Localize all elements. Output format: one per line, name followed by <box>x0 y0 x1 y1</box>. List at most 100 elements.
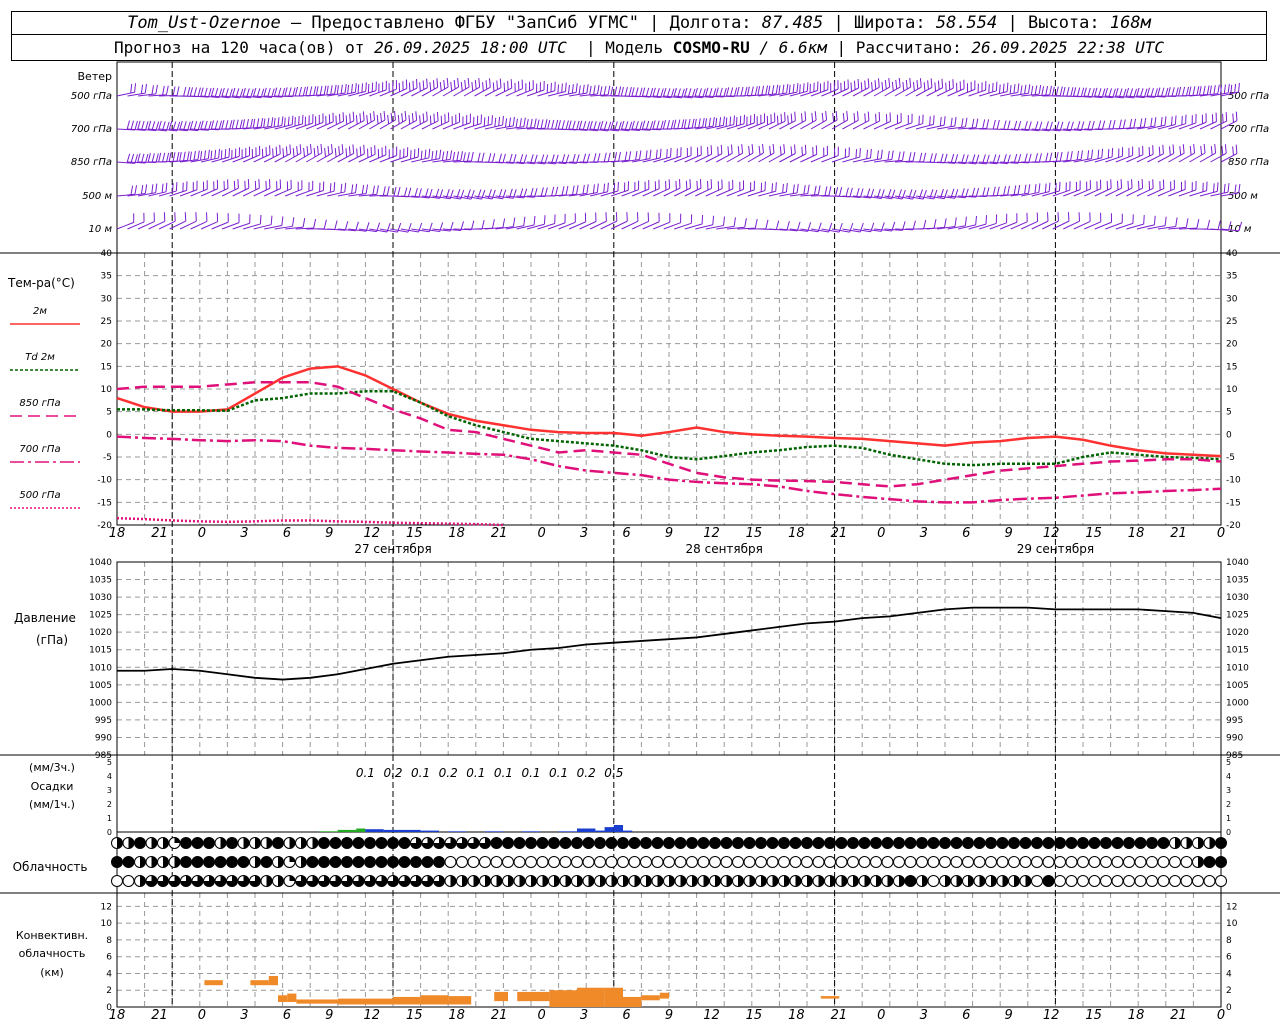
cloud-cover-symbol <box>444 837 457 849</box>
wind-barb-feather <box>817 185 821 195</box>
wind-barb-feather <box>1169 146 1171 156</box>
wind-barb <box>1105 213 1123 230</box>
wind-barb-feather <box>866 149 869 159</box>
wind-barb-feather <box>876 150 879 160</box>
cloud-half <box>784 875 790 887</box>
wind-barb-feather <box>288 87 292 97</box>
wind-barb-feather <box>864 80 866 90</box>
hour-tick-label-mid: 12 <box>363 526 380 541</box>
wind-barb-feather <box>252 118 256 129</box>
wind-barb-feather <box>1101 148 1104 158</box>
wind-barb-feather <box>330 85 333 95</box>
wind-barb-feather <box>954 217 957 227</box>
wind-barb-feather <box>656 88 660 98</box>
cloud-cover-symbol <box>651 837 664 849</box>
cloud-cover-symbol <box>1146 856 1158 868</box>
temp-tick-label-left: 15 <box>101 362 112 372</box>
cloud-half <box>1198 837 1204 849</box>
wind-barb-shaft <box>653 156 671 163</box>
cloud-half <box>761 875 767 887</box>
wind-barb <box>789 144 807 163</box>
wind-barb-feather <box>404 111 407 121</box>
wind-barb-shaft <box>348 90 366 97</box>
cloud-circle <box>1019 856 1032 868</box>
hour-tick-label-bottom: 3 <box>920 1008 928 1023</box>
hour-tick-label-mid: 15 <box>746 526 763 541</box>
wind-title: Ветер <box>78 70 112 83</box>
wind-barb-feather <box>790 113 793 123</box>
wind-barb-feather <box>578 120 583 130</box>
wind-barb-feather <box>309 144 312 154</box>
wind-barb-feather <box>998 84 1001 94</box>
cloud-cover-symbol <box>536 875 549 887</box>
cloud-circle <box>812 837 825 849</box>
cloud-cover-symbol <box>617 856 629 868</box>
wind-barb <box>1010 121 1032 131</box>
wind-barb-feather <box>871 82 873 92</box>
cloud-circle <box>191 856 204 868</box>
wind-barb-feather <box>975 215 978 225</box>
wind-barb-feather <box>457 77 460 88</box>
cloud-half <box>795 875 801 887</box>
wind-barb-feather <box>470 151 474 162</box>
pressure-tick-label-right: 1025 <box>1226 611 1249 621</box>
cloud-cover-symbol <box>617 837 629 849</box>
pressure-tick-label-left: 1020 <box>89 628 112 638</box>
wind-barb-feather <box>1003 120 1007 130</box>
wind-barb <box>653 148 672 163</box>
cloud-cover-symbol <box>398 837 411 849</box>
cloud-circle <box>973 837 986 849</box>
precip-unit-1h: (мм/1ч.) <box>29 798 75 811</box>
wind-barb-feather <box>850 82 853 92</box>
wind-barb-feather <box>494 117 497 127</box>
cloud-cover-symbol <box>237 837 250 849</box>
hour-tick-label-mid: 6 <box>283 526 291 541</box>
wind-barb-feather <box>954 154 959 164</box>
wind-barb-feather <box>305 86 309 96</box>
wind-barb-feather <box>1013 84 1016 94</box>
cloud-cover-symbol <box>180 875 192 887</box>
cloud-cover-symbol <box>1065 856 1078 868</box>
cloud-cover-symbol <box>594 837 606 849</box>
cloud-cover-symbol <box>835 875 848 887</box>
wind-barb-feather <box>210 87 215 97</box>
wind-barb-feather <box>712 117 715 127</box>
wind-barb <box>547 213 566 230</box>
wind-barb-feather <box>730 144 733 154</box>
wind-barb-feather <box>1107 149 1110 159</box>
cloud-circle <box>1100 875 1112 887</box>
wind-barb <box>558 185 579 197</box>
wind-barb-feather <box>207 149 210 159</box>
wind-barb-feather <box>417 147 420 158</box>
cloud-cover-symbol <box>525 837 537 849</box>
wind-barb-feather <box>1179 146 1182 156</box>
cloud-circle <box>789 837 802 849</box>
cloud-circle <box>1065 856 1078 868</box>
convective-bar <box>250 980 269 986</box>
cloud-cover-symbol <box>720 837 733 849</box>
wind-barb-feather <box>857 78 860 89</box>
cloud-circle <box>1054 837 1066 849</box>
cloud-cover-symbol <box>237 875 250 887</box>
wind-barb-feather <box>1164 116 1167 126</box>
wind-barb-feather <box>649 88 654 98</box>
wind-barb-feather <box>420 150 423 160</box>
wind-barb-feather <box>586 153 591 164</box>
wind-barb-feather <box>878 112 881 122</box>
wind-barb-feather <box>214 120 219 130</box>
wind-barb-feather <box>1202 85 1206 95</box>
cloud-half <box>519 875 526 887</box>
cloud-cover-symbol <box>364 837 376 849</box>
wind-barb-feather <box>373 111 376 121</box>
precip-3h-label: 0.1 <box>549 766 568 780</box>
wind-barb-feather <box>1209 85 1212 95</box>
wind-barb-feather <box>937 80 940 90</box>
cloud-circle <box>536 837 549 849</box>
wind-barb-feather <box>1070 151 1073 161</box>
wind-barb-feather <box>727 146 730 156</box>
temp-tick-label-right: -15 <box>1226 498 1241 508</box>
cloud-circle <box>272 837 284 849</box>
wind-barb-feather <box>880 149 883 159</box>
cloud-cover-symbol <box>134 837 146 849</box>
wind-barb-feather <box>1160 117 1163 127</box>
